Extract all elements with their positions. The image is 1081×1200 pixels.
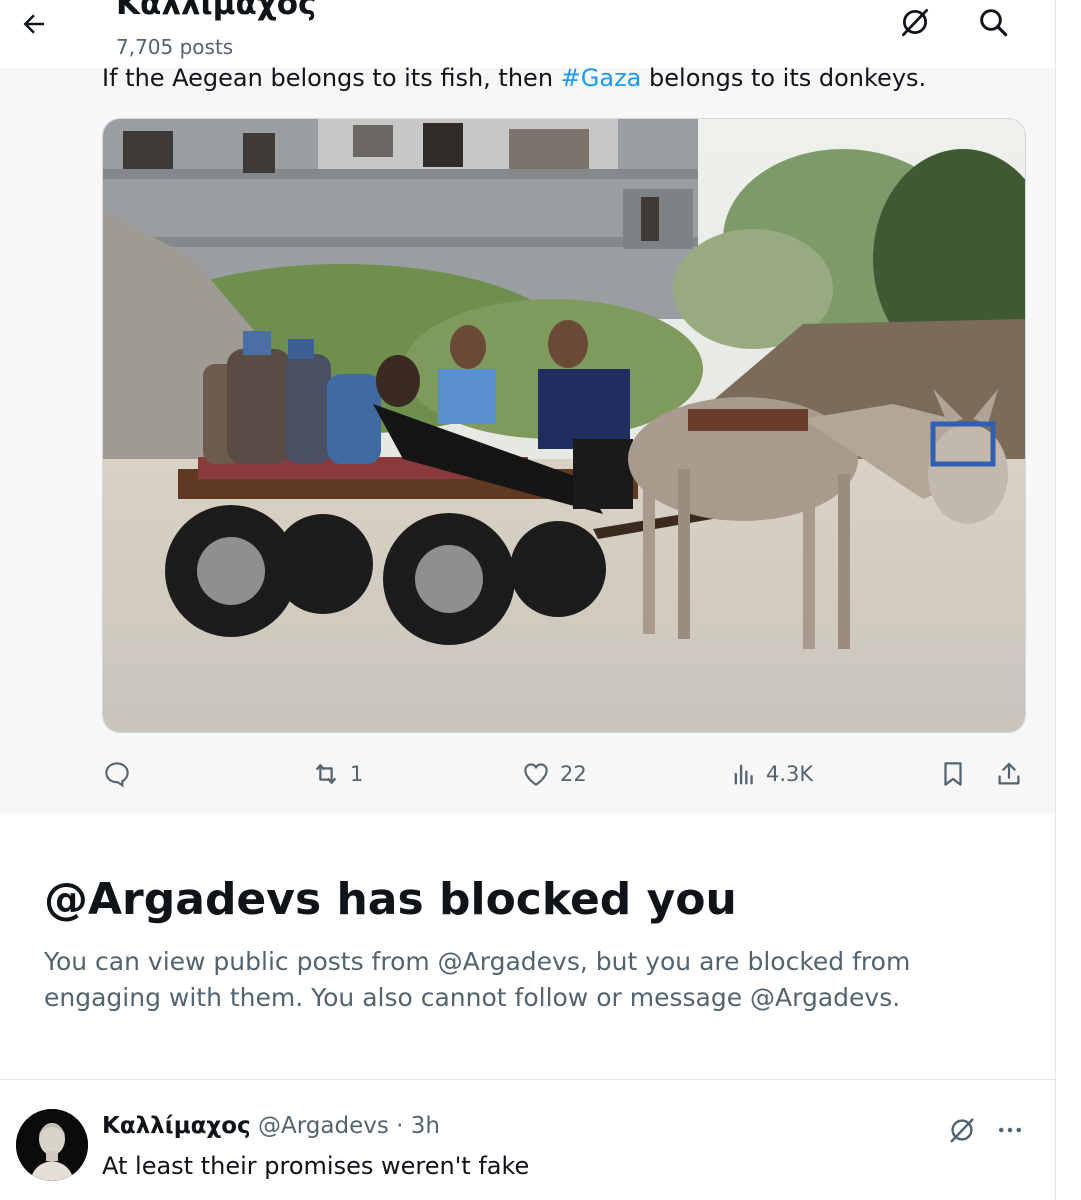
share-button[interactable] <box>994 754 1024 794</box>
reply-author-handle[interactable]: @Argadevs <box>258 1113 389 1139</box>
photo-illustration <box>103 119 1025 732</box>
analytics-icon <box>734 764 753 785</box>
hashtag-link[interactable]: #Gaza <box>561 64 642 92</box>
arrow-left-icon <box>23 14 44 34</box>
tweet-text: If the Aegean belongs to its fish, then … <box>102 62 926 94</box>
profile-header: Καλλίμαχος 7,705 posts <box>0 0 1055 68</box>
repost-icon <box>315 764 337 784</box>
column-border <box>1055 0 1056 1200</box>
bookmark-icon <box>944 762 962 786</box>
grok-icon <box>950 1118 974 1143</box>
reply-author-name[interactable]: Καλλίμαχος <box>102 1113 251 1139</box>
search-button[interactable] <box>971 0 1015 44</box>
statue-bust-image <box>16 1109 88 1181</box>
blocked-description: You can view public posts from @Argadevs… <box>44 947 911 1012</box>
post-count: 7,705 posts <box>116 35 234 59</box>
view-count: 4.3K <box>766 762 814 786</box>
reply-header: Καλλίμαχος @Argadevs · 3h <box>102 1110 440 1142</box>
grok-icon <box>901 8 929 37</box>
heart-icon <box>524 763 548 786</box>
like-count: 22 <box>560 762 587 786</box>
section-divider <box>0 1079 1055 1080</box>
avatar[interactable] <box>16 1109 88 1181</box>
share-icon <box>998 762 1020 785</box>
reply-button[interactable] <box>102 754 140 794</box>
views-button[interactable]: 4.3K <box>730 754 813 794</box>
meta-separator: · <box>396 1113 404 1139</box>
bookmark-button[interactable] <box>938 754 968 794</box>
reply-text: At least their promises weren't fake <box>102 1152 530 1180</box>
reply-timestamp[interactable]: 3h <box>411 1113 440 1139</box>
repost-button[interactable]: 1 <box>310 754 363 794</box>
tweet-text-after: belongs to its donkeys. <box>641 64 927 92</box>
grok-button[interactable] <box>893 0 937 44</box>
like-button[interactable]: 22 <box>520 754 587 794</box>
repost-count: 1 <box>350 762 364 786</box>
back-button[interactable] <box>14 4 54 44</box>
tweet-text-before: If the Aegean belongs to its fish, then <box>102 64 561 92</box>
more-options-button[interactable] <box>990 1110 1030 1150</box>
reply-icon <box>105 762 129 788</box>
tweet-photo[interactable] <box>102 118 1026 733</box>
reply-grok-button[interactable] <box>942 1110 982 1150</box>
blocked-heading: @Argadevs has blocked you <box>44 874 737 925</box>
search-icon <box>980 9 1008 37</box>
tweet-actions: 1 22 4.3K <box>0 754 1055 794</box>
profile-name: Καλλίμαχος <box>116 0 317 22</box>
more-dots-icon <box>999 1127 1021 1133</box>
